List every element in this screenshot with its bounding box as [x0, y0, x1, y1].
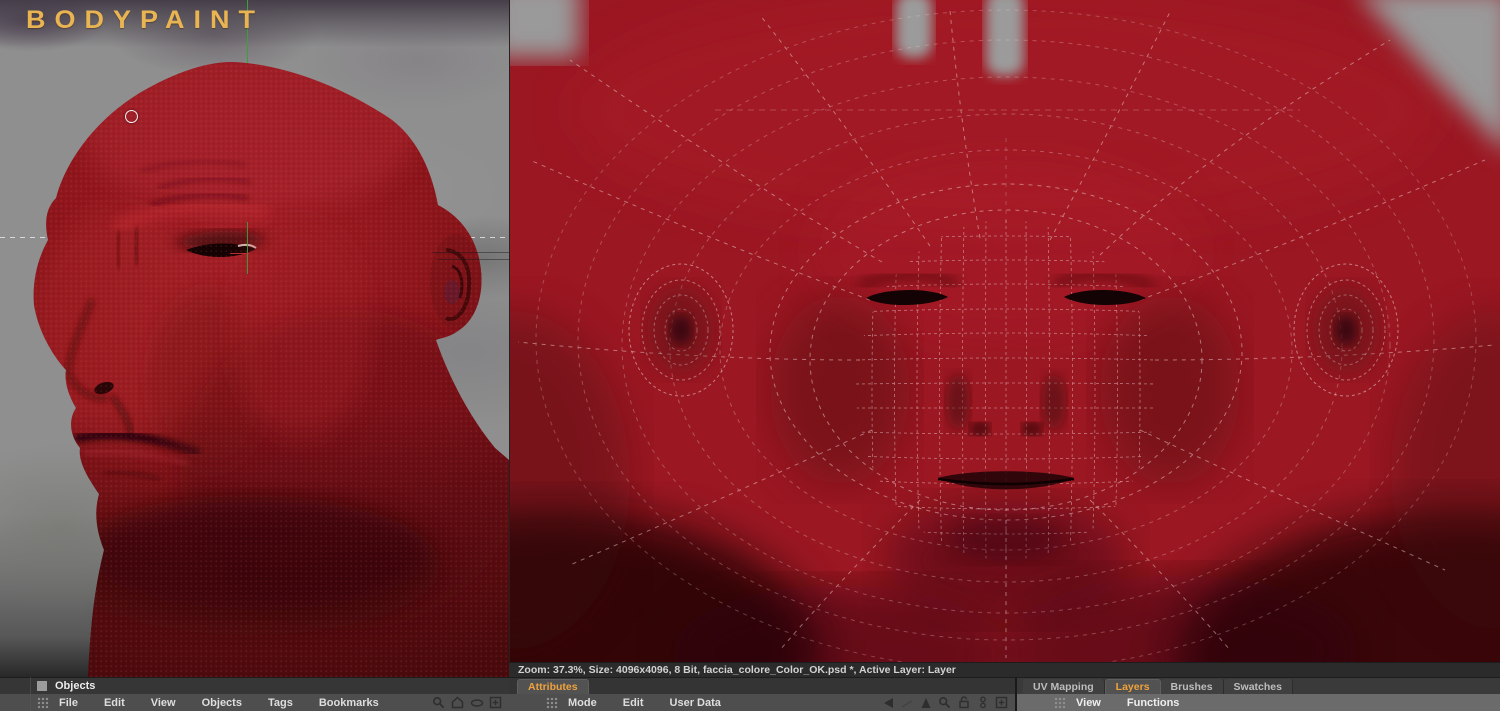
viewport-3d[interactable]: BODYPAINT: [0, 0, 509, 677]
history-back-icon[interactable]: [880, 695, 895, 710]
menu-edit[interactable]: Edit: [104, 697, 125, 709]
uv-canvas[interactable]: [510, 0, 1500, 662]
eye-icon[interactable]: [469, 695, 484, 710]
add-panel-icon[interactable]: [994, 695, 1009, 710]
pointer-up-icon[interactable]: [918, 695, 933, 710]
menu-objects[interactable]: Objects: [202, 697, 242, 709]
tab-swatches[interactable]: Swatches: [1223, 679, 1293, 694]
panel-gutter-divider: [30, 677, 31, 711]
status-text: Zoom: 37.3%, Size: 4096x4096, 8 Bit, fac…: [518, 664, 956, 676]
home-icon[interactable]: [450, 695, 465, 710]
layers-menubar: View Functions: [1017, 694, 1500, 711]
search-icon[interactable]: [431, 695, 446, 710]
drag-handle-icon[interactable]: [37, 696, 49, 709]
drag-handle-icon[interactable]: [546, 696, 558, 709]
head-model[interactable]: [0, 0, 509, 677]
attributes-panel: Attributes Mode Edit User Data: [509, 677, 1015, 711]
menu-file[interactable]: File: [59, 697, 78, 709]
brush-cursor-circle: [125, 110, 138, 123]
objects-iconbar: [431, 694, 503, 711]
tab-attributes[interactable]: Attributes: [517, 679, 589, 694]
bodypaint-window: BODYPAINT Zoom: 37.3%, Size: 4096x4096, …: [0, 0, 1500, 711]
attributes-iconbar: [880, 694, 1009, 711]
y-axis-line-overlay: [247, 222, 248, 274]
objects-panel-titlebar[interactable]: Objects: [0, 677, 509, 694]
menu-user-data[interactable]: User Data: [670, 697, 721, 709]
layers-panel: UV Mapping Layers Brushes Swatches View …: [1015, 677, 1500, 711]
attributes-tabrow: Attributes: [509, 677, 1015, 694]
menu-edit[interactable]: Edit: [623, 697, 644, 709]
objects-panel: Objects File Edit View Objects Tags Book…: [0, 677, 509, 711]
lock-icon[interactable]: [956, 695, 971, 710]
x-axis-tick: [230, 253, 249, 254]
search-icon[interactable]: [937, 695, 952, 710]
tab-brushes[interactable]: Brushes: [1160, 679, 1224, 694]
uv-texture-view[interactable]: [509, 0, 1500, 662]
panel-square-icon: [37, 681, 47, 691]
bodypaint-logo: BODYPAINT: [26, 6, 265, 34]
menu-view[interactable]: View: [1076, 697, 1101, 709]
tab-layers[interactable]: Layers: [1104, 679, 1161, 694]
layers-tabrow: UV Mapping Layers Brushes Swatches: [1017, 677, 1500, 694]
floor-grid-line: [438, 259, 509, 260]
menu-mode[interactable]: Mode: [568, 697, 597, 709]
menu-view[interactable]: View: [151, 697, 176, 709]
objects-tab-label[interactable]: Objects: [55, 680, 95, 692]
menu-functions[interactable]: Functions: [1127, 697, 1180, 709]
status-bar: Zoom: 37.3%, Size: 4096x4096, 8 Bit, fac…: [509, 662, 1500, 677]
menu-tags[interactable]: Tags: [268, 697, 293, 709]
add-panel-icon[interactable]: [488, 695, 503, 710]
tab-uv-mapping[interactable]: UV Mapping: [1023, 679, 1105, 694]
link-icon[interactable]: [975, 695, 990, 710]
floor-grid-line: [432, 252, 509, 253]
menu-bookmarks[interactable]: Bookmarks: [319, 697, 379, 709]
history-forward-icon[interactable]: [899, 695, 914, 710]
drag-handle-icon[interactable]: [1054, 696, 1066, 709]
